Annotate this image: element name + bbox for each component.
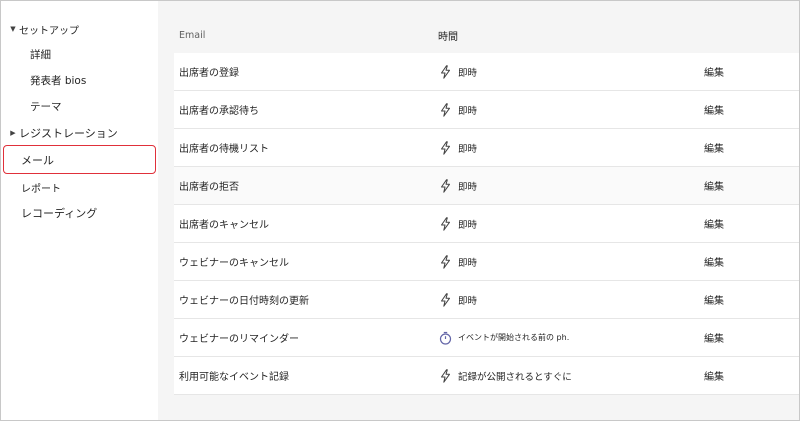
table-body: 出席者の登録 即時 編集 出席者の承認待ち 即時 編集 出席者の待機リスト 即時 編集 出席者の拒… <box>174 53 799 395</box>
table-row: 出席者のキャンセル 即時 編集 <box>174 205 799 243</box>
sidebar-item-label: 詳細 <box>30 48 51 61</box>
email-name: 利用可能なイベント記録 <box>179 372 289 383</box>
app-frame: ▼ セットアップ 詳細 発表者 bios テーマ ▶ レジストレーション メール… <box>0 0 800 421</box>
email-name: 出席者の登録 <box>179 68 239 79</box>
lightning-icon <box>438 368 452 384</box>
edit-link[interactable]: 編集 <box>704 254 799 269</box>
lightning-icon <box>438 216 452 232</box>
timing-label: 即時 <box>458 143 478 155</box>
lightning-icon <box>438 254 452 270</box>
table-row: 出席者の登録 即時 編集 <box>174 53 799 91</box>
caret-right-icon: ▶ <box>10 129 16 137</box>
sidebar-item-setup[interactable]: ▼ セットアップ <box>7 18 79 40</box>
table-row: ウェビナーのリマインダー イベントが開始される前の ph. 編集 <box>174 319 799 357</box>
email-name: ウェビナーのリマインダー <box>179 334 299 345</box>
timing-label: 即時 <box>458 67 478 79</box>
timing-label: 即時 <box>458 257 478 269</box>
sidebar-item-registration[interactable]: ▶ レジストレーション <box>7 122 118 144</box>
edit-link[interactable]: 編集 <box>704 292 799 307</box>
sidebar-item-theme[interactable]: テーマ <box>30 95 62 117</box>
stopwatch-icon <box>438 330 452 346</box>
sidebar-item-recording[interactable]: レコーディング <box>21 202 97 224</box>
timing-label: 即時 <box>458 105 478 117</box>
timing-label: 即時 <box>458 219 478 231</box>
column-header-time: 時間 <box>438 32 458 43</box>
sidebar-item-presenter-bios[interactable]: 発表者 bios <box>30 69 86 91</box>
sidebar-item-label: セットアップ <box>19 25 79 37</box>
edit-link[interactable]: 編集 <box>704 330 799 345</box>
table-row: ウェビナーの日付時刻の更新 即時 編集 <box>174 281 799 319</box>
email-timing: 即時 <box>438 178 704 194</box>
email-name: ウェビナーの日付時刻の更新 <box>179 296 309 307</box>
table-row: 出席者の承認待ち 即時 編集 <box>174 91 799 129</box>
timing-label: 即時 <box>458 181 478 193</box>
sidebar-item-details[interactable]: 詳細 <box>30 43 51 65</box>
email-timing: 即時 <box>438 216 704 232</box>
sidebar-item-report[interactable]: レポート <box>21 176 61 198</box>
sidebar-item-label: レポート <box>21 183 61 195</box>
caret-down-icon: ▼ <box>10 25 16 33</box>
column-header-email: Email <box>179 30 206 41</box>
sidebar: ▼ セットアップ 詳細 発表者 bios テーマ ▶ レジストレーション メール… <box>1 1 158 420</box>
lightning-icon <box>438 102 452 118</box>
email-timing: 即時 <box>438 292 704 308</box>
edit-link[interactable]: 編集 <box>704 178 799 193</box>
email-name: 出席者の待機リスト <box>179 144 269 155</box>
timing-label: イベントが開始される前の ph. <box>458 333 570 342</box>
sidebar-item-label: テーマ <box>30 100 62 113</box>
sidebar-item-label: レジストレーション <box>19 127 118 140</box>
table-row: 利用可能なイベント記録 記録が公開されるとすぐに 編集 <box>174 357 799 395</box>
email-name: 出席者のキャンセル <box>179 220 269 231</box>
email-timing: 記録が公開されるとすぐに <box>438 368 704 384</box>
edit-link[interactable]: 編集 <box>704 216 799 231</box>
timing-label: 即時 <box>458 295 478 307</box>
email-name: 出席者の拒否 <box>179 182 239 193</box>
timing-label: 記録が公開されるとすぐに <box>458 371 572 383</box>
email-timing: イベントが開始される前の ph. <box>438 330 704 346</box>
email-name: ウェビナーのキャンセル <box>179 258 289 269</box>
email-timing: 即時 <box>438 64 704 80</box>
sidebar-item-label: メール <box>21 153 54 167</box>
edit-link[interactable]: 編集 <box>704 102 799 117</box>
email-table: Email 時間 出席者の登録 即時 編集 出席者の承認待ち 即時 編集 出席者の待機リスト… <box>174 18 799 395</box>
email-name: 出席者の承認待ち <box>179 106 259 117</box>
sidebar-item-mail[interactable]: メール <box>3 145 156 174</box>
edit-link[interactable]: 編集 <box>704 140 799 155</box>
sidebar-item-label: レコーディング <box>21 207 98 220</box>
lightning-icon <box>438 178 452 194</box>
edit-link[interactable]: 編集 <box>704 64 799 79</box>
email-timing: 即時 <box>438 102 704 118</box>
email-timing: 即時 <box>438 254 704 270</box>
edit-link[interactable]: 編集 <box>704 368 799 383</box>
table-header: Email 時間 <box>174 18 799 53</box>
main-content: Email 時間 出席者の登録 即時 編集 出席者の承認待ち 即時 編集 出席者の待機リスト… <box>158 1 799 420</box>
lightning-icon <box>438 292 452 308</box>
table-row: ウェビナーのキャンセル 即時 編集 <box>174 243 799 281</box>
table-row: 出席者の拒否 即時 編集 <box>174 167 799 205</box>
lightning-icon <box>438 64 452 80</box>
email-timing: 即時 <box>438 140 704 156</box>
table-row: 出席者の待機リスト 即時 編集 <box>174 129 799 167</box>
sidebar-item-label: 発表者 bios <box>30 74 87 87</box>
lightning-icon <box>438 140 452 156</box>
